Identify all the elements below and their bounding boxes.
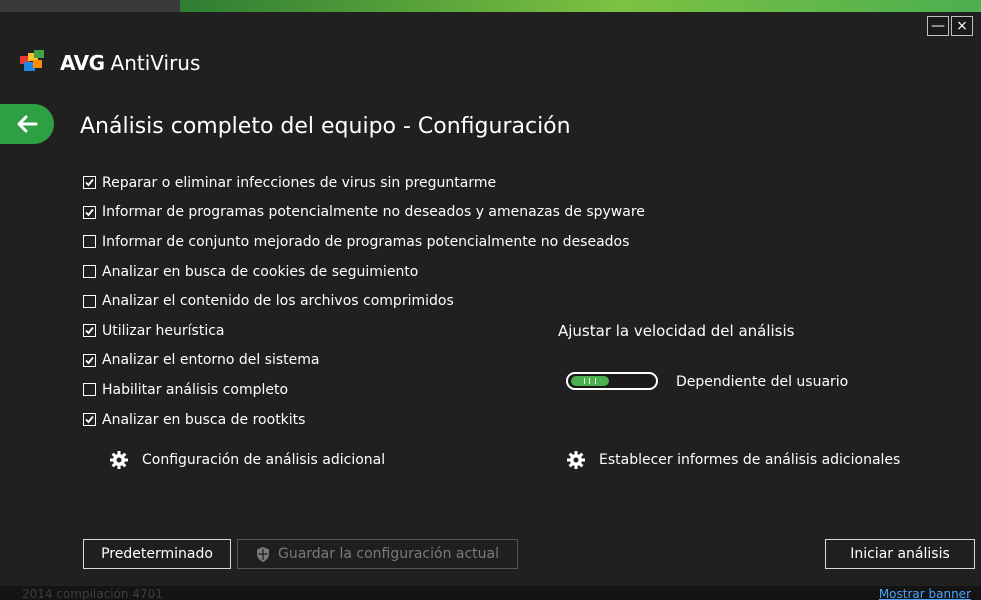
product-name: AntiVirus [110,51,201,75]
additional-settings-label: Configuración de análisis adicional [142,452,386,468]
option-checkbox[interactable] [83,353,96,367]
minimize-button[interactable]: — [927,16,949,36]
option-checkbox[interactable] [83,205,96,219]
slider-grip-icon[interactable] [584,378,596,384]
brand-name: AVG [60,51,105,75]
option-row[interactable]: Habilitar análisis completo [83,375,645,405]
option-row[interactable]: Informar de programas potencialmente no … [83,198,645,228]
option-checkbox[interactable] [83,294,96,308]
speed-title: Ajustar la velocidad del análisis [558,322,795,340]
option-label: Informar de conjunto mejorado de program… [102,233,630,250]
footer-bar: 2014 compilación 4701 Mostrar banner [0,586,981,600]
option-row[interactable]: Analizar el entorno del sistema [83,346,645,376]
gear-icon [110,451,128,469]
option-label: Analizar el entorno del sistema [102,352,320,369]
option-label: Analizar en busca de rootkits [102,411,306,428]
option-row[interactable]: Analizar el contenido de los archivos co… [83,286,645,316]
additional-reports-label: Establecer informes de análisis adiciona… [599,452,901,468]
avg-logo-icon [20,50,44,71]
default-button[interactable]: Predeterminado [83,539,231,569]
app-brand: AVG AntiVirus [20,48,200,78]
option-label: Informar de programas potencialmente no … [102,204,645,221]
option-checkbox[interactable] [83,383,96,397]
option-label: Analizar el contenido de los archivos co… [102,293,454,310]
version-text: 2014 compilación 4701 [22,587,163,600]
checkmark-icon [85,327,94,335]
title-strip [0,0,981,12]
option-checkbox[interactable] [83,235,96,249]
checkmark-icon [85,415,94,424]
main-window: — × AVG AntiVirus Análisis completo del … [0,0,981,600]
option-row[interactable]: Reparar o eliminar infecciones de virus … [83,168,645,198]
title-strip-accent [180,0,981,12]
slider-fill [571,376,609,386]
close-button[interactable]: × [951,16,973,36]
save-settings-label: Guardar la configuración actual [277,546,500,562]
option-checkbox[interactable] [83,413,96,427]
page-title: Análisis completo del equipo - Configura… [80,114,571,139]
checkmark-icon [85,356,94,365]
back-button[interactable] [0,104,54,144]
shield-icon [256,546,269,562]
show-banner-link[interactable]: Mostrar banner [879,587,971,600]
checkmark-icon [85,208,94,217]
option-row[interactable]: Analizar en busca de cookies de seguimie… [83,257,645,287]
save-settings-button: Guardar la configuración actual [237,539,518,569]
option-row[interactable]: Analizar en busca de rootkits [83,405,645,435]
option-label: Reparar o eliminar infecciones de virus … [102,174,497,191]
option-checkbox[interactable] [83,176,96,190]
gear-icon [567,451,585,469]
option-checkbox[interactable] [83,265,96,279]
checkmark-icon [85,179,94,187]
option-label: Utilizar heurística [102,322,225,339]
speed-value-label: Dependiente del usuario [676,374,849,390]
additional-reports-link[interactable]: Establecer informes de análisis adiciona… [567,451,900,469]
arrow-left-icon [17,115,38,133]
scan-options-list: Reparar o eliminar infecciones de virus … [83,168,645,434]
option-row[interactable]: Informar de conjunto mejorado de program… [83,227,645,257]
option-checkbox[interactable] [83,324,96,338]
start-scan-button[interactable]: Iniciar análisis [825,539,975,569]
additional-settings-link[interactable]: Configuración de análisis adicional [110,451,385,469]
option-label: Analizar en busca de cookies de seguimie… [102,263,419,280]
scan-speed-slider[interactable] [566,372,658,390]
option-label: Habilitar análisis completo [102,381,289,398]
